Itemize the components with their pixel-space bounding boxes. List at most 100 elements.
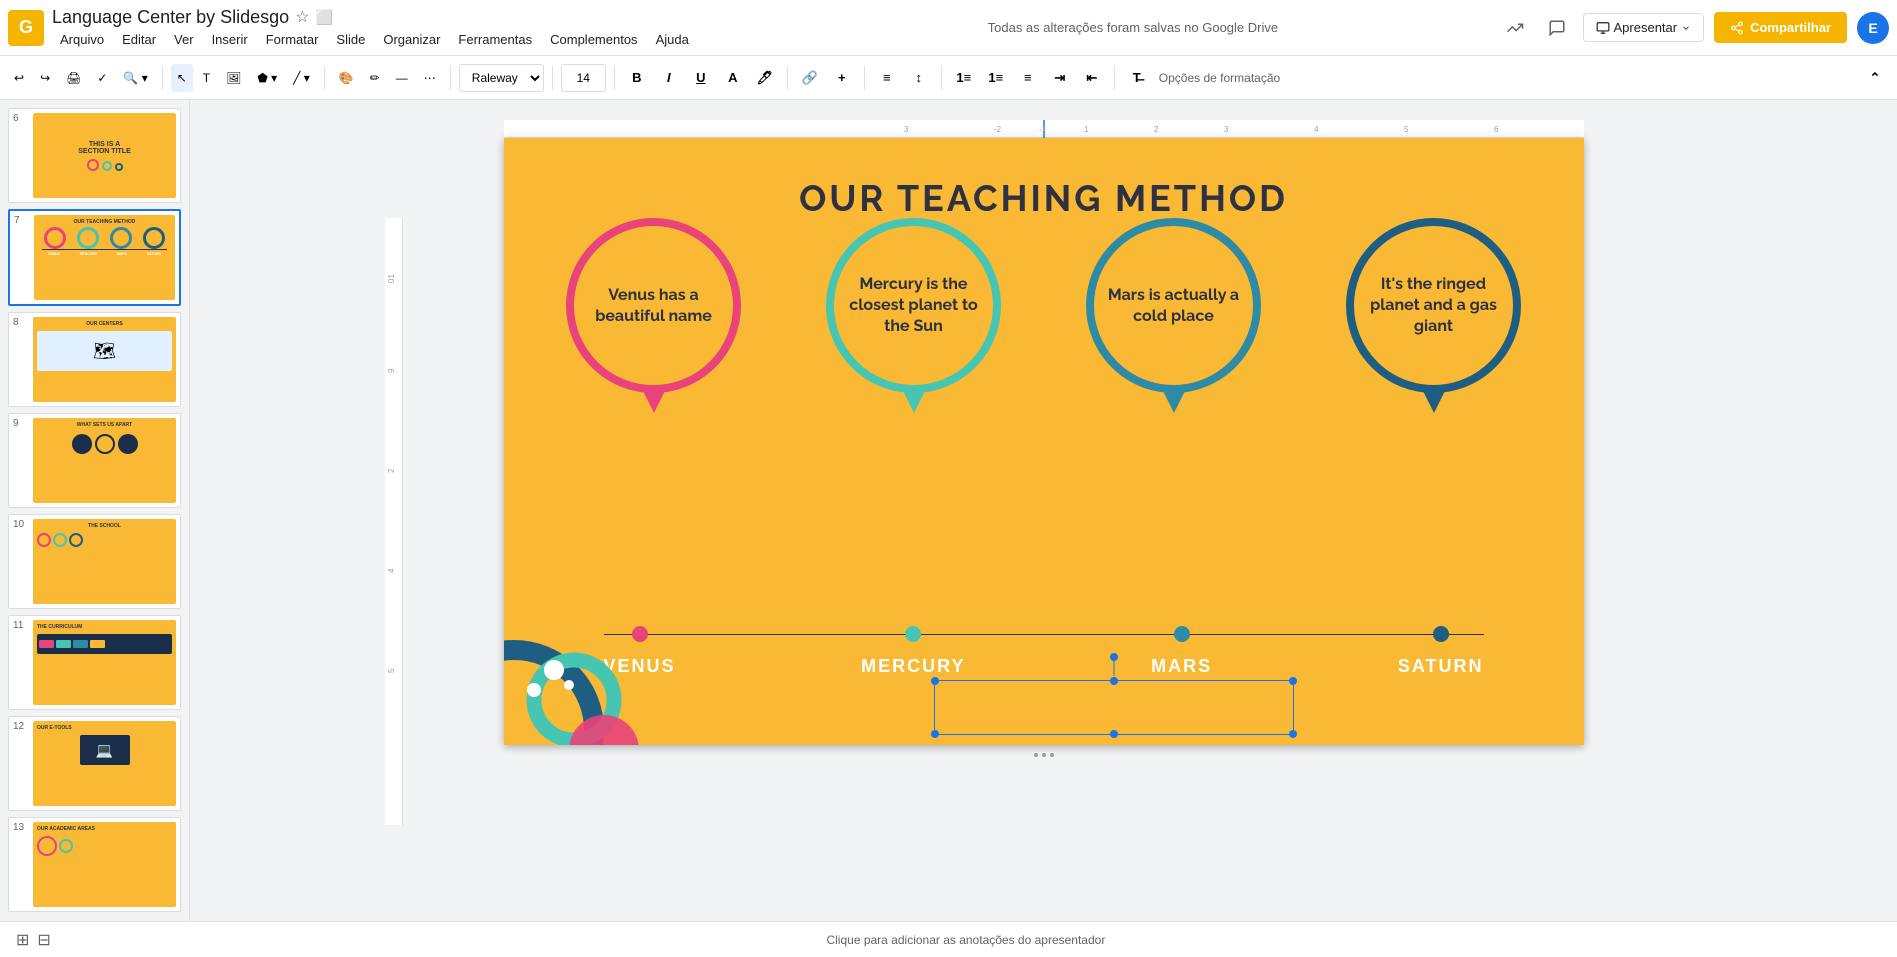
spacing-btn[interactable]: ↕ [905,64,933,92]
thumb-number-9: 9 [13,418,27,429]
redo-btn[interactable]: ↪ [34,64,56,92]
collapse-toolbar-btn[interactable]: ⌃ [1861,64,1889,92]
mars-label: MARS [1151,656,1212,677]
bordercolor-btn[interactable]: ✏ [364,64,386,92]
grid-view-btn[interactable]: ⊞ [16,930,29,950]
borderweight-btn[interactable]: — [390,64,414,92]
bubble-venus-wrap: Venus has a beautiful name [554,218,754,393]
outdent-btn[interactable]: ⇤ [1078,64,1106,92]
compartilhar-button[interactable]: Compartilhar [1714,12,1847,43]
slide-canvas[interactable]: OUR TEACHING METHOD Venus has a beautifu… [504,138,1584,745]
cursor-btn[interactable]: ↖ [171,64,193,92]
italic-btn[interactable]: I [655,64,683,92]
thumb-number-7: 7 [14,215,28,226]
menu-complementos[interactable]: Complementos [542,30,645,49]
undo-btn[interactable]: ↩ [8,64,30,92]
star-icon[interactable]: ☆ [295,7,309,27]
menu-editar[interactable]: Editar [114,30,164,49]
borderdash-btn[interactable]: ⋯ [418,64,442,92]
slide-thumb-6[interactable]: 6 THIS IS ASECTION TITLE [8,108,181,203]
bold-btn[interactable]: B [623,64,651,92]
insert-btn[interactable]: + [828,64,856,92]
image-btn[interactable]: 🖼 [220,64,247,92]
save-status: Todas as alterações foram salvas no Goog… [775,20,1490,35]
doc-title-row: Language Center by Slidesgo ☆ ⬜ [52,7,767,28]
bulletlist-btn[interactable]: ≡ [1014,64,1042,92]
bubble-saturn: It's the ringed planet and a gas giant [1346,218,1521,393]
top-bar: G Language Center by Slidesgo ☆ ⬜ Arquiv… [0,0,1897,56]
thumb-number-6: 6 [13,113,27,124]
compartilhar-label: Compartilhar [1750,20,1831,35]
thumb-number-12: 12 [13,721,27,732]
comment-icon[interactable] [1541,12,1573,44]
link-btn[interactable]: 🔗 [796,64,824,92]
print-btn[interactable]: 🖨 [60,64,87,92]
sel-handle-tm[interactable] [1110,677,1118,685]
svg-text:01: 01 [387,274,396,283]
menu-ferramentas[interactable]: Ferramentas [450,30,540,49]
vertical-ruler: 01 9 2 4 5 [385,218,403,825]
zoom-btn[interactable]: 🔍 ▾ [117,64,153,92]
thumb-number-13: 13 [13,822,27,833]
toolbar: ↩ ↪ 🖨 ✓ 🔍 ▾ ↖ T 🖼 ⬟ ▾ ╱ ▾ 🎨 ✏ — ⋯ Ralewa… [0,56,1897,100]
sel-handle-bm[interactable] [1110,730,1118,738]
slide-thumb-12[interactable]: 12 OUR E-TOOLS 💻 [8,716,181,811]
align-btn[interactable]: ≡ [873,64,901,92]
thumb-number-10: 10 [13,519,27,530]
bubble-mercury-wrap: Mercury is the closest planet to the Sun [814,218,1014,393]
menu-slide[interactable]: Slide [328,30,373,49]
selection-box[interactable] [934,680,1294,735]
sel-handle-br[interactable] [1289,730,1297,738]
slide-thumb-13[interactable]: 13 OUR ACADEMIC AREAS [8,817,181,912]
svg-text:5: 5 [387,668,396,673]
menu-formatar[interactable]: Formatar [258,30,327,49]
trending-icon[interactable] [1499,12,1531,44]
svg-text:2: 2 [387,468,396,473]
clear-format-btn[interactable]: T̶ [1123,64,1151,92]
indent-btn[interactable]: ⇥ [1046,64,1074,92]
apresentar-button[interactable]: Apresentar [1583,13,1705,42]
numberedlist-btn[interactable]: 1≡ [950,64,978,92]
drive-icon[interactable]: ⬜ [316,9,333,26]
bubble-mars: Mars is actually a cold place [1086,218,1261,393]
svg-text:5: 5 [1404,125,1409,134]
menu-ajuda[interactable]: Ajuda [648,30,697,49]
slide-thumb-10[interactable]: 10 THE SCHOOL [8,514,181,609]
svg-text:2: 2 [1154,125,1159,134]
thumb-img-7: OUR TEACHING METHOD VENUS MERCURY MARS S… [34,215,175,300]
textbox-btn[interactable]: T [197,64,216,92]
slide-thumb-11[interactable]: 11 THE CURRICULUM [8,615,181,710]
shapes-btn[interactable]: ⬟ ▾ [251,64,283,92]
font-size-input[interactable] [561,64,606,92]
sel-handle-bl[interactable] [931,730,939,738]
spellcheck-btn[interactable]: ✓ [91,64,113,92]
thumb-img-9: WHAT SETS US APART [33,418,176,503]
thumb-img-10: THE SCHOOL [33,519,176,604]
top-right-buttons: Apresentar Compartilhar E [1499,12,1890,44]
sel-anchor-dot[interactable] [1110,653,1118,661]
doc-title-text: Language Center by Slidesgo [52,7,289,28]
fillcolor-btn[interactable]: 🎨 [333,64,360,92]
menu-organizar[interactable]: Organizar [375,30,448,49]
underline-btn[interactable]: U [687,64,715,92]
highlight-btn[interactable]: 🖊 [751,64,779,92]
numberedlist2-btn[interactable]: 1≡ [982,64,1010,92]
bubble-mars-wrap: Mars is actually a cold place [1074,218,1274,393]
slide-thumb-8[interactable]: 8 OUR CENTERS 🗺 [8,312,181,407]
sel-handle-tl[interactable] [931,677,939,685]
menu-arquivo[interactable]: Arquivo [52,30,112,49]
line-btn[interactable]: ╱ ▾ [287,64,316,92]
svg-text:3: 3 [904,125,909,134]
list-view-btn[interactable]: ⊟ [37,930,50,950]
textcolor-btn[interactable]: A [719,64,747,92]
menu-ver[interactable]: Ver [166,30,202,49]
saturn-label: SATURN [1398,656,1484,677]
doc-title-area: Language Center by Slidesgo ☆ ⬜ Arquivo … [52,7,767,49]
saturn-dot [1433,626,1449,642]
slide-thumb-9[interactable]: 9 WHAT SETS US APART [8,413,181,508]
menu-inserir[interactable]: Inserir [204,30,256,49]
user-avatar[interactable]: E [1857,12,1889,44]
slide-thumb-7[interactable]: 7 OUR TEACHING METHOD VENUS MERCURY MARS [8,209,181,306]
sel-handle-tr[interactable] [1289,677,1297,685]
font-select[interactable]: Raleway [459,64,544,92]
